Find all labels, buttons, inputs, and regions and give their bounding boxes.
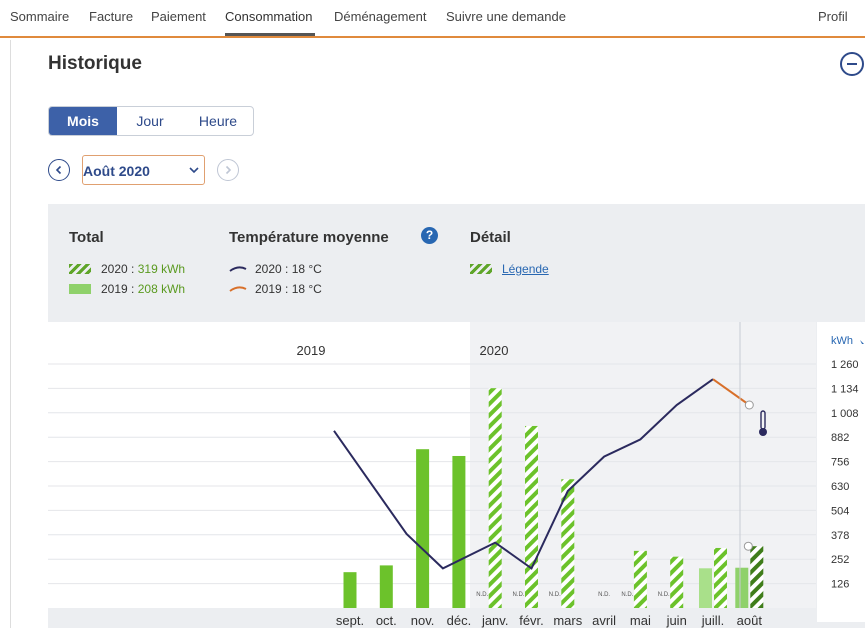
y-tick-label: 252: [831, 554, 849, 566]
period-tabs: Mois Jour Heure: [48, 106, 254, 136]
month-select-value: Août 2020: [83, 163, 150, 179]
temp-2020-row: 2020 : 18 °C: [229, 262, 322, 276]
temp-2019-row: 2019 : 18 °C: [229, 282, 322, 296]
y-tick-label: 882: [831, 432, 849, 444]
y-axis-unit: kWh: [831, 335, 853, 347]
temperature-marker: [744, 400, 754, 410]
tab-jour[interactable]: Jour: [117, 107, 183, 135]
bar-2020: [633, 550, 647, 608]
x-tick-label: nov.: [411, 613, 435, 628]
x-tick-label: janv.: [481, 613, 509, 628]
line-2020-icon: [229, 266, 247, 272]
na-label: N.D.: [621, 592, 633, 598]
detail-heading: Détail: [470, 229, 511, 246]
na-label: N.D.: [476, 592, 488, 598]
active-tab-indicator: [225, 33, 315, 36]
nav-item-sommaire[interactable]: Sommaire: [10, 9, 69, 24]
hatched-swatch-icon: [69, 264, 91, 274]
na-label: N.D.: [513, 592, 525, 598]
chevron-left-icon: [55, 165, 62, 175]
total-2019-value: 208 kWh: [137, 282, 186, 296]
line-2019-icon: [229, 286, 247, 292]
nav-item-paiement[interactable]: Paiement: [151, 9, 206, 24]
nav-item-suivre-demande[interactable]: Suivre une demande: [446, 9, 566, 24]
year-label-2019: 2019: [297, 343, 326, 358]
y-tick-label: 378: [831, 530, 849, 542]
x-tick-label: juin: [666, 613, 687, 628]
nav-item-facture[interactable]: Facture: [89, 9, 133, 24]
total-2020-value: 319 kWh: [137, 262, 186, 276]
bar-2020: [670, 556, 684, 608]
x-tick-label: août: [737, 613, 763, 628]
total-2020-label: 2020 :: [101, 262, 135, 276]
bar-2019: [343, 572, 357, 608]
na-label: N.D.: [549, 592, 561, 598]
x-tick-label: sept.: [336, 613, 364, 628]
hatched-swatch-icon: [470, 264, 492, 274]
y-axis: kWh 126 252 378 504 630 756 882 1 008 1 134 1 260: [817, 322, 865, 622]
temperature-heading: Température moyenne: [229, 229, 389, 246]
consumption-chart: 2019 2020 N.D. N.D. N.D. N.D. N.D. N.D.: [48, 322, 816, 608]
bar-2020: [525, 425, 538, 608]
chart-svg: 2019 2020 N.D. N.D. N.D. N.D. N.D. N.D.: [48, 322, 816, 608]
na-label: N.D.: [658, 592, 670, 598]
page-title: Historique: [48, 53, 142, 74]
bar-2019: [416, 449, 430, 608]
y-tick-label: 756: [831, 457, 849, 469]
bar-2019: [379, 565, 393, 608]
y-tick-label: 1 008: [831, 408, 859, 420]
detail-legend-row: Légende: [470, 262, 549, 276]
bar-2019: [452, 455, 466, 608]
bar-2019: [735, 567, 749, 608]
y-tick-label: 1 134: [831, 383, 859, 395]
na-label: N.D.: [598, 592, 610, 598]
info-icon[interactable]: ?: [421, 227, 438, 244]
nav-item-profil[interactable]: Profil: [818, 9, 848, 24]
tab-heure[interactable]: Heure: [183, 107, 253, 135]
bar-2020: [714, 547, 727, 608]
total-2020-row: 2020 : 319 kWh: [69, 262, 185, 276]
year-label-2020: 2020: [480, 343, 509, 358]
top-nav: Sommaire Facture Paiement Consommation D…: [0, 0, 865, 38]
tab-mois[interactable]: Mois: [49, 107, 117, 135]
x-tick-label: févr.: [519, 613, 544, 628]
temp-2020-text: 2020 : 18 °C: [255, 262, 322, 276]
month-select[interactable]: Août 2020: [82, 155, 205, 185]
y-tick-label: 504: [831, 505, 849, 517]
bar-marker: [743, 541, 753, 551]
total-heading: Total: [69, 229, 104, 246]
x-tick-label: mars: [553, 613, 582, 628]
y-tick-label: 630: [831, 481, 849, 493]
x-tick-label: juill.: [701, 613, 724, 628]
x-tick-label: avril: [592, 613, 616, 628]
content-divider: [10, 40, 11, 628]
previous-month-button[interactable]: [48, 159, 70, 181]
x-tick-label: oct.: [376, 613, 397, 628]
bar-2020: [750, 546, 764, 608]
bar-2020: [488, 388, 502, 608]
legend-link[interactable]: Légende: [502, 262, 549, 276]
nav-item-consommation[interactable]: Consommation: [225, 9, 312, 24]
x-tick-label: déc.: [447, 613, 472, 628]
y-tick-label: 1 260: [831, 359, 859, 371]
chevron-right-icon: [225, 165, 232, 175]
temp-2019-text: 2019 : 18 °C: [255, 282, 322, 296]
bar-2019: [699, 568, 712, 608]
total-2019-label: 2019 :: [101, 282, 135, 296]
x-tick-label: mai: [630, 613, 651, 628]
chevron-down-icon: [189, 167, 199, 174]
next-month-button[interactable]: [217, 159, 239, 181]
nav-item-demenagement[interactable]: Déménagement: [334, 9, 427, 24]
y-tick-label: 126: [831, 579, 849, 591]
x-axis: sept. oct. nov. déc. janv. févr. mars avril mai j…: [336, 613, 763, 628]
solid-swatch-icon: [69, 284, 91, 294]
total-2019-row: 2019 : 208 kWh: [69, 282, 185, 296]
collapse-icon[interactable]: [840, 52, 864, 76]
